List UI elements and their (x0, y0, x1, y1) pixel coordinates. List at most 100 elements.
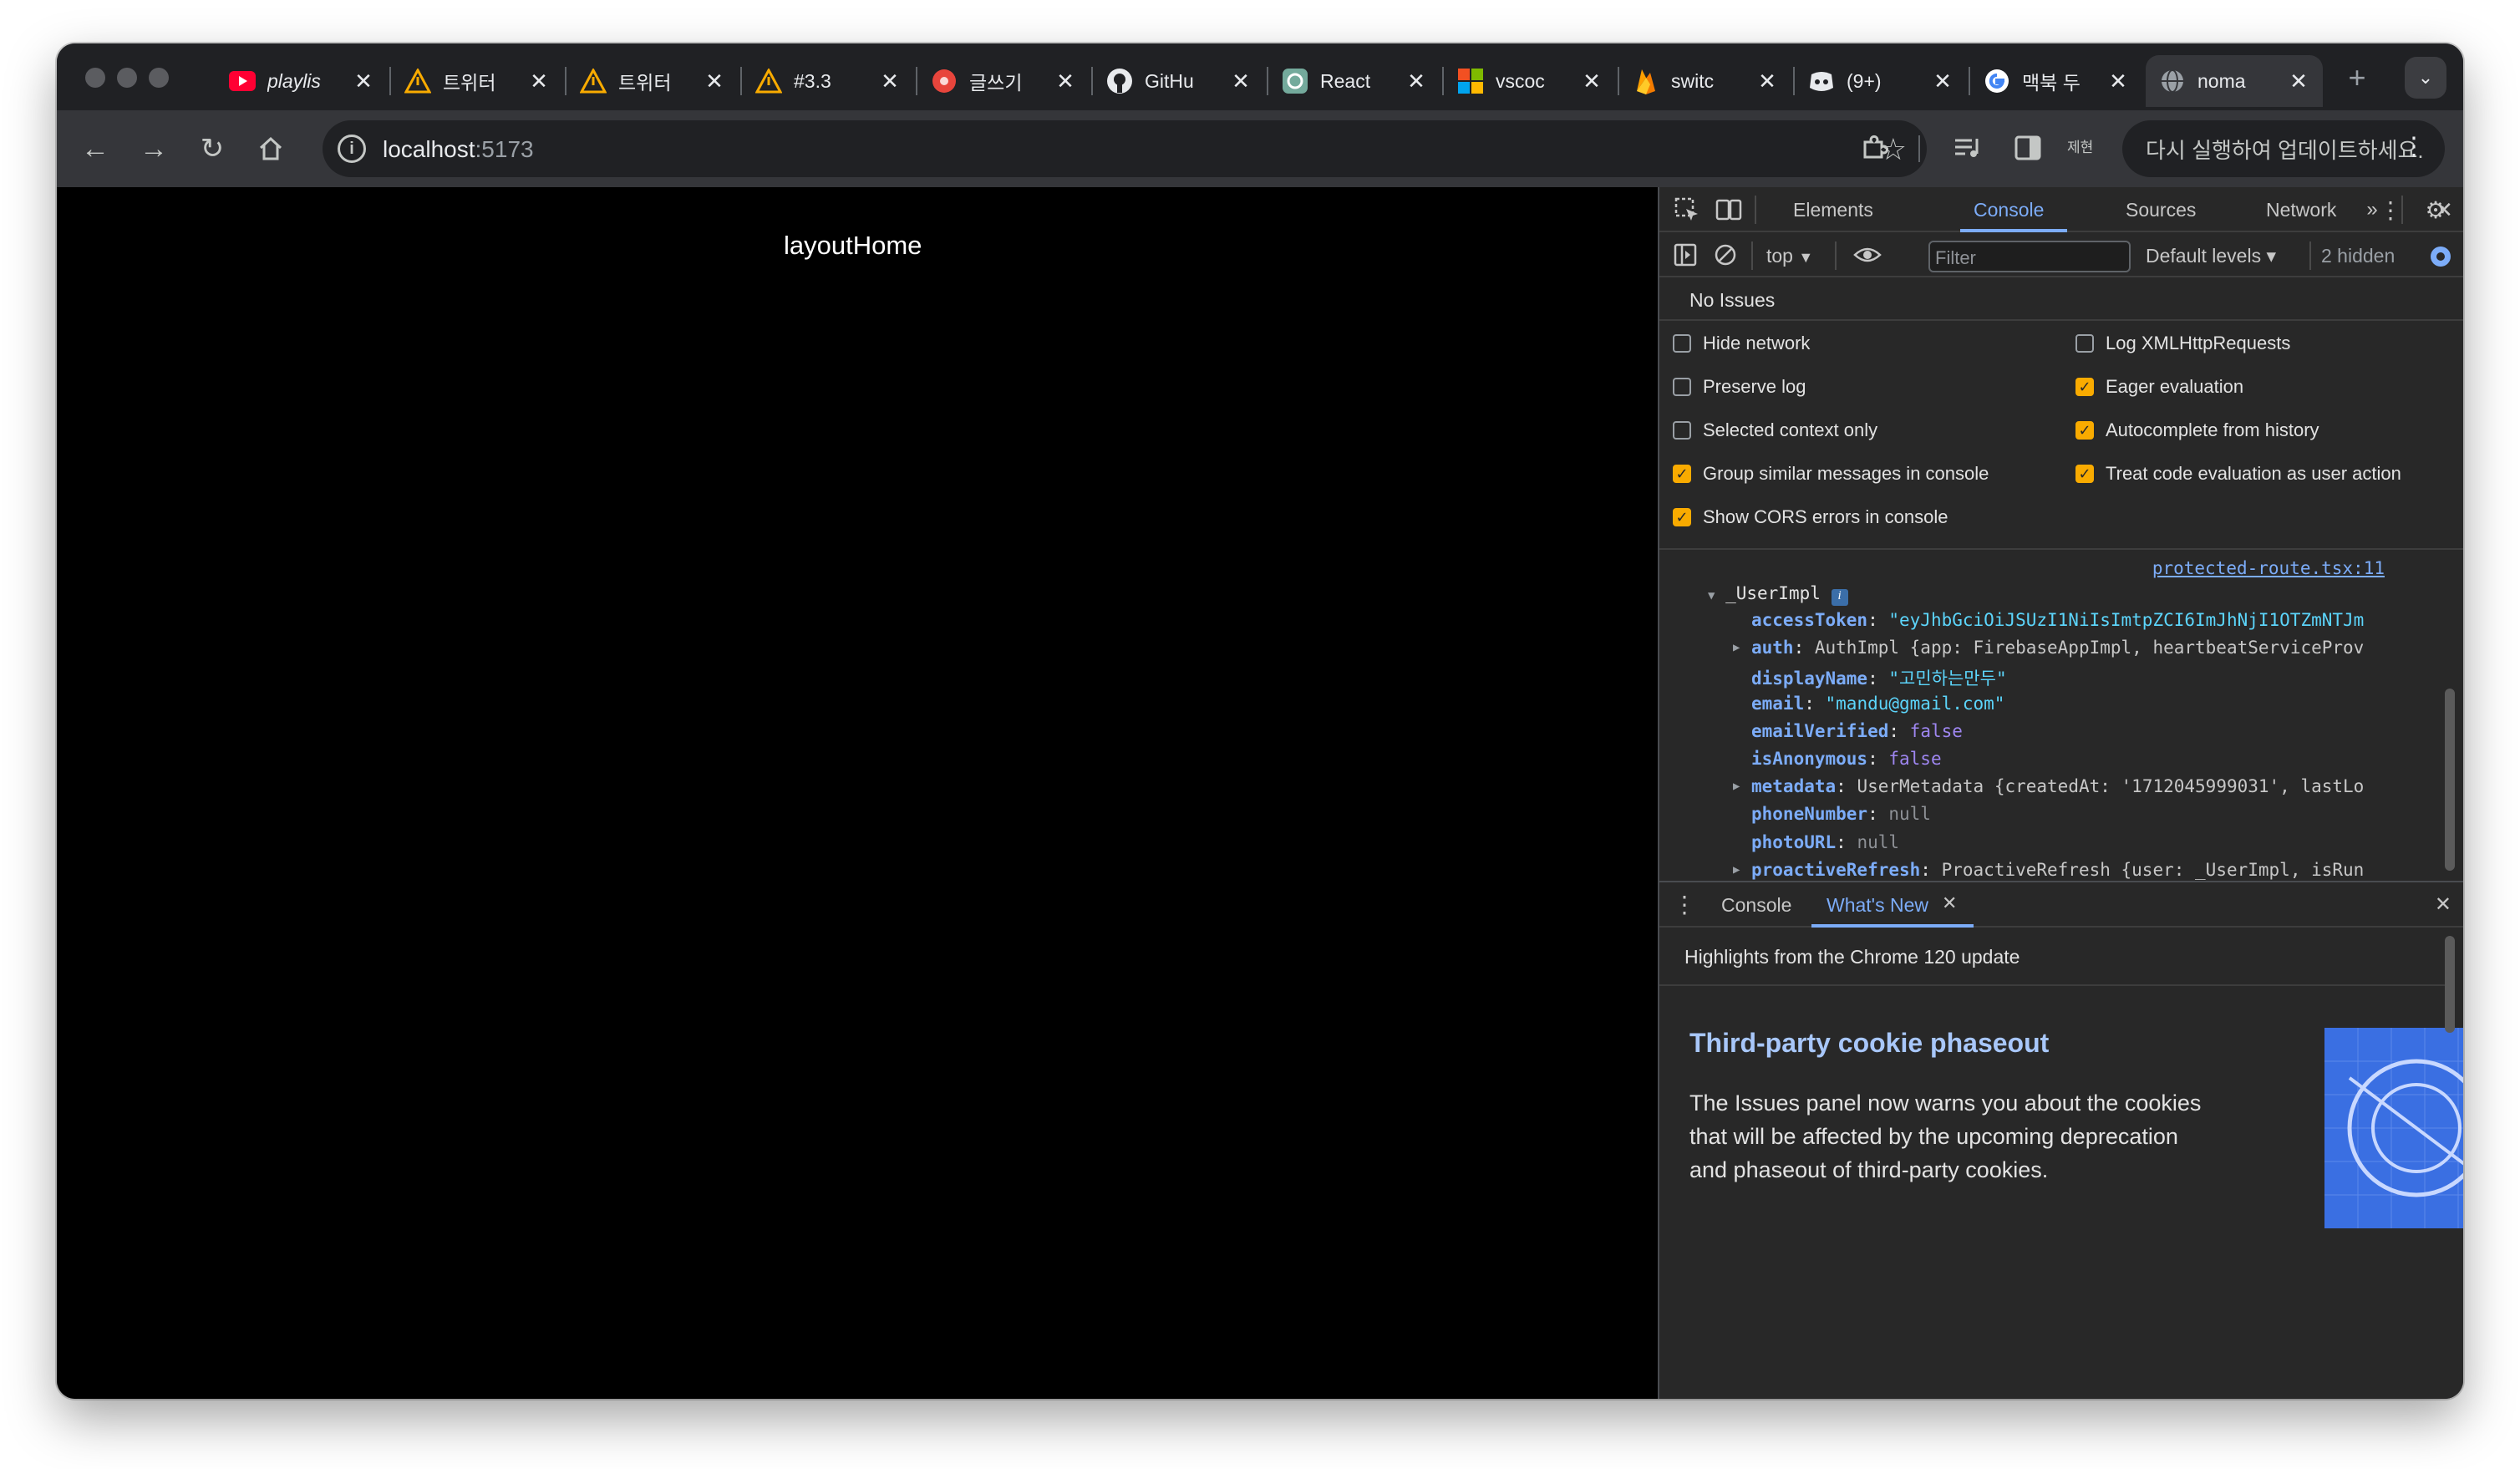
tab-7[interactable]: vscoc ✕ (1444, 55, 1616, 107)
site-info-icon[interactable]: i (338, 135, 366, 163)
active-tab-indicator (1811, 924, 1974, 928)
close-icon[interactable]: ✕ (351, 69, 376, 94)
tab-console[interactable]: Console (1974, 199, 2044, 221)
discord-icon (1808, 68, 1835, 94)
sidebar-toggle-icon[interactable] (1671, 241, 1699, 269)
issues-text[interactable]: No Issues (1689, 289, 1775, 312)
more-vert-icon[interactable]: ⋮ (2401, 132, 2426, 161)
property-key: emailVerified (1751, 720, 1889, 741)
close-icon[interactable]: ✕ (1930, 69, 1955, 94)
tab-2[interactable]: 트위터 ✕ (566, 55, 739, 107)
property-key: accessToken (1751, 610, 1868, 630)
object-property: photoURL: null (1751, 831, 1900, 852)
drawer-tab-whats-new[interactable]: What's New (1826, 894, 1928, 917)
home-button[interactable] (252, 130, 289, 167)
address-bar[interactable]: i localhost:5173 ☆ (323, 120, 1927, 177)
close-icon[interactable]: ✕ (1053, 69, 1078, 94)
tab-4[interactable]: 글쓰기 ✕ (917, 55, 1090, 107)
log-scrollbar[interactable] (2445, 689, 2455, 871)
forward-button[interactable]: → (135, 130, 172, 167)
info-icon[interactable]: i (1831, 589, 1848, 606)
inspect-element-icon[interactable] (1673, 196, 1701, 224)
log-xhr-checkbox[interactable]: Log XMLHttpRequests (2075, 333, 2290, 354)
zoom-window-button[interactable] (149, 68, 169, 88)
console-settings-gear-icon[interactable] (2426, 242, 2455, 271)
autocomplete-checkbox[interactable]: ✓ Autocomplete from history (2075, 419, 2319, 441)
close-icon[interactable]: ✕ (1404, 69, 1429, 94)
whats-new-scrollbar[interactable] (2445, 936, 2455, 1033)
console-log: protected-route.tsx:11 ▼ _UserImpl i acc… (1659, 552, 2463, 881)
drawer-menu-icon[interactable]: ⋮ (1673, 891, 1696, 918)
close-icon[interactable]: ✕ (2106, 69, 2131, 94)
treat-code-checkbox[interactable]: ✓ Treat code evaluation as user action (2075, 463, 2401, 485)
triangle-down-icon: ▼ (1708, 589, 1715, 602)
close-icon[interactable]: ✕ (877, 69, 902, 94)
chatgpt-icon (1282, 68, 1308, 94)
microsoft-icon (1457, 68, 1484, 94)
article-title[interactable]: Third-party cookie phaseout (1689, 1028, 2049, 1059)
source-link[interactable]: protected-route.tsx:11 (2152, 558, 2385, 578)
object-property[interactable]: proactiveRefresh: ProactiveRefresh {user… (1733, 860, 2364, 880)
reading-list-button[interactable] (1948, 129, 1987, 167)
back-button[interactable]: ← (77, 130, 114, 167)
clear-console-icon[interactable] (1711, 241, 1740, 269)
close-drawer-icon[interactable]: ✕ (2435, 892, 2451, 917)
queue-music-icon (1955, 139, 1979, 157)
close-icon[interactable]: ✕ (1755, 69, 1780, 94)
arrow-right-icon: → (140, 132, 168, 165)
context-selector[interactable]: top ▼ (1766, 245, 1813, 267)
close-icon[interactable]: ✕ (1942, 892, 1957, 914)
puzzle-icon (1863, 135, 1888, 159)
tab-10[interactable]: 맥북 두 ✕ (1970, 55, 2142, 107)
close-icon[interactable]: ✕ (2286, 69, 2311, 94)
filter-input[interactable]: Filter (1928, 241, 2131, 272)
close-devtools-icon[interactable]: ✕ (2430, 196, 2458, 224)
tab-8[interactable]: switc ✕ (1619, 55, 1791, 107)
tab-title: 글쓰기 (969, 72, 1023, 94)
object-root[interactable]: ▼ _UserImpl i (1708, 583, 1848, 606)
tab-sources[interactable]: Sources (2126, 199, 2196, 221)
close-icon[interactable]: ✕ (702, 69, 727, 94)
chevron-down-icon: ⌄ (2417, 67, 2434, 88)
tab-6[interactable]: React ✕ (1268, 55, 1440, 107)
reload-icon: ↻ (200, 133, 225, 165)
live-expression-eye-icon[interactable] (1853, 241, 1882, 269)
tab-search-button[interactable]: ⌄ (2405, 57, 2446, 99)
update-text: 다시 실행하여 업데이트하세요. (2146, 137, 2424, 163)
more-vert-icon[interactable]: ⋮ (2376, 196, 2405, 224)
device-toolbar-icon[interactable] (1715, 196, 1743, 224)
group-similar-checkbox[interactable]: ✓ Group similar messages in console (1673, 463, 1989, 485)
log-levels-dropdown[interactable]: Default levels ▾ (2146, 245, 2276, 267)
dropdown-caret-icon: ▼ (1798, 249, 1814, 266)
checkbox-label: Hide network (1703, 333, 1811, 353)
object-property[interactable]: metadata: UserMetadata {createdAt: '1712… (1733, 776, 2365, 797)
close-icon[interactable]: ✕ (1228, 69, 1253, 94)
profile-button[interactable]: 제현 (2067, 135, 2093, 156)
hide-network-checkbox[interactable]: Hide network (1673, 333, 1810, 354)
tab-0[interactable]: playlis ✕ (216, 55, 388, 107)
tab-3[interactable]: #3.3 ✕ (742, 55, 914, 107)
close-window-button[interactable] (85, 68, 105, 88)
tab-9[interactable]: (9+) ✕ (1795, 55, 1967, 107)
tab-11-active[interactable]: noma ✕ (2146, 55, 2323, 107)
eager-eval-checkbox[interactable]: ✓ Eager evaluation (2075, 376, 2243, 398)
property-value: UserMetadata {createdAt: '1712045999031'… (1857, 776, 2365, 797)
close-icon[interactable]: ✕ (526, 69, 551, 94)
reload-button[interactable]: ↻ (194, 130, 231, 167)
tab-elements[interactable]: Elements (1793, 199, 1873, 221)
close-icon[interactable]: ✕ (1579, 69, 1604, 94)
tab-network[interactable]: Network (2266, 199, 2336, 221)
side-panel-button[interactable] (2009, 129, 2047, 167)
new-tab-button[interactable]: + (2338, 58, 2376, 97)
selected-context-checkbox[interactable]: Selected context only (1673, 419, 1877, 441)
update-button[interactable]: 다시 실행하여 업데이트하세요. ⋮ (2122, 120, 2445, 177)
minimize-window-button[interactable] (117, 68, 137, 88)
url-text[interactable]: localhost:5173 (383, 136, 534, 163)
object-property[interactable]: auth: AuthImpl {app: FirebaseAppImpl, he… (1733, 638, 2364, 658)
preserve-log-checkbox[interactable]: Preserve log (1673, 376, 1806, 398)
tab-1[interactable]: 트위터 ✕ (391, 55, 563, 107)
extensions-button[interactable] (1855, 129, 1893, 167)
drawer-tab-console[interactable]: Console (1721, 894, 1791, 917)
tab-5[interactable]: GitHu ✕ (1093, 55, 1265, 107)
show-cors-checkbox[interactable]: ✓ Show CORS errors in console (1673, 506, 1948, 528)
